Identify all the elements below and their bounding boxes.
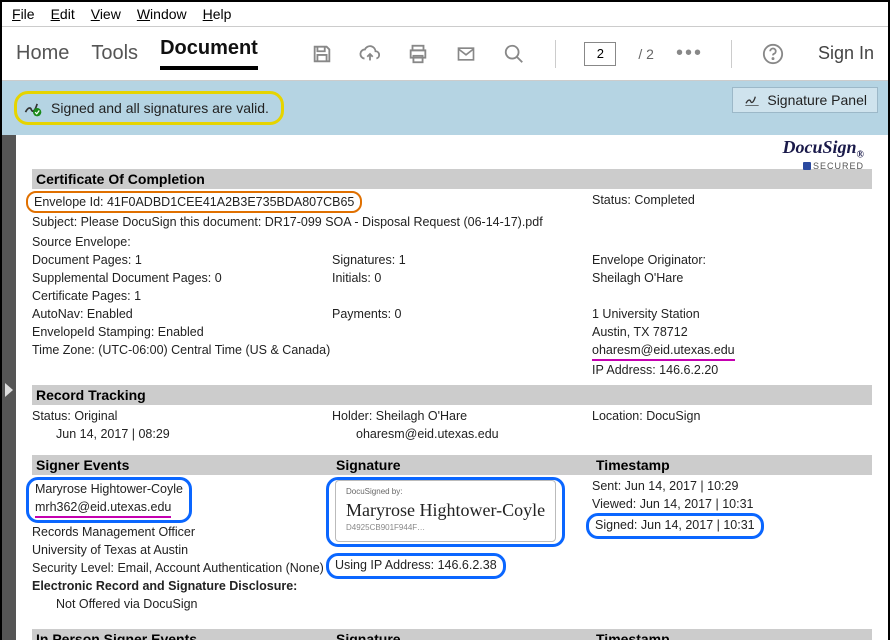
sig-name-script: Maryrose Hightower-Coyle bbox=[346, 501, 545, 519]
status: Status: Completed bbox=[592, 191, 872, 209]
section-signer-events: Signer Events bbox=[32, 455, 332, 475]
document-viewer: DocuSign® SECURED Certificate Of Complet… bbox=[2, 135, 888, 640]
sign-in-button[interactable]: Sign In bbox=[818, 43, 874, 64]
using-ip-highlight: Using IP Address: 146.6.2.38 bbox=[326, 553, 506, 579]
ts-sent: Sent: Jun 14, 2017 | 10:29 bbox=[592, 477, 872, 495]
section-timestamp: Timestamp bbox=[592, 455, 872, 475]
originator-email: oharesm@eid.utexas.edu bbox=[592, 341, 735, 361]
tab-document[interactable]: Document bbox=[160, 37, 258, 70]
track-status-ts: Jun 14, 2017 | 08:29 bbox=[32, 425, 332, 443]
toolbar: Home Tools Document / 2 ••• Sign In bbox=[2, 27, 888, 81]
docusign-brand: DocuSign® bbox=[782, 137, 864, 161]
originator-name: Sheilagh O'Hare bbox=[592, 269, 872, 287]
email-icon[interactable] bbox=[453, 41, 479, 67]
more-icon[interactable]: ••• bbox=[676, 42, 703, 65]
section-record-tracking: Record Tracking bbox=[32, 385, 872, 405]
menu-window[interactable]: Window bbox=[137, 6, 187, 22]
source-envelope: Source Envelope: bbox=[32, 233, 332, 251]
timezone: Time Zone: (UTC-06:00) Central Time (US … bbox=[32, 341, 332, 359]
signature-panel-label: Signature Panel bbox=[767, 92, 867, 108]
signer-name: Maryrose Hightower-Coyle bbox=[35, 480, 183, 498]
signature-panel-button[interactable]: Signature Panel bbox=[732, 87, 878, 113]
docusign-secured: SECURED bbox=[782, 161, 864, 171]
document-page: DocuSign® SECURED Certificate Of Complet… bbox=[16, 135, 888, 640]
signer-email: mrh362@eid.utexas.edu bbox=[35, 498, 171, 518]
addr2: Austin, TX 78712 bbox=[592, 323, 872, 341]
track-status: Status: Original bbox=[32, 407, 332, 425]
ts-signed: Signed: Jun 14, 2017 | 10:31 bbox=[595, 518, 755, 532]
docusign-logo: DocuSign® SECURED bbox=[782, 137, 864, 171]
nav-pane-toggle[interactable] bbox=[2, 135, 16, 640]
lock-icon bbox=[803, 162, 811, 170]
menu-edit[interactable]: Edit bbox=[51, 6, 75, 22]
doc-pages: Document Pages: 1 bbox=[32, 251, 332, 269]
print-icon[interactable] bbox=[405, 41, 431, 67]
menu-help[interactable]: Help bbox=[203, 6, 232, 22]
envelope-id-label: Envelope Id: bbox=[34, 195, 107, 209]
signer-role: Records Management Officer bbox=[32, 523, 332, 541]
envelope-id-highlight: Envelope Id: 41F0ADBD1CEE41A2B3E735BDA80… bbox=[26, 191, 362, 213]
disclosure-label: Electronic Record and Signature Disclosu… bbox=[32, 577, 332, 595]
menu-file[interactable]: File bbox=[12, 6, 35, 22]
section-inperson-sig: Signature bbox=[332, 629, 592, 640]
page-total: / 2 bbox=[638, 46, 654, 62]
signatures: Signatures: 1 bbox=[332, 251, 592, 269]
search-icon[interactable] bbox=[501, 41, 527, 67]
tab-tools[interactable]: Tools bbox=[91, 42, 138, 65]
page-number-input[interactable] bbox=[584, 42, 616, 66]
sig-docusigned-by: DocuSigned by: bbox=[346, 483, 545, 501]
stamping: EnvelopeId Stamping: Enabled bbox=[32, 323, 332, 341]
signature-status-message: Signed and all signatures are valid. bbox=[14, 91, 284, 125]
signature-status-bar: Signed and all signatures are valid. Sig… bbox=[2, 81, 888, 135]
section-inperson-ts: Timestamp bbox=[592, 629, 872, 640]
signer-org: University of Texas at Austin bbox=[32, 541, 332, 559]
save-icon[interactable] bbox=[309, 41, 335, 67]
track-location: Location: DocuSign bbox=[592, 407, 872, 425]
envelope-id: 41F0ADBD1CEE41A2B3E735BDA807CB65 bbox=[107, 195, 354, 209]
signature-status-text: Signed and all signatures are valid. bbox=[51, 100, 269, 116]
sig-code: D4925CB901F944F… bbox=[346, 519, 545, 537]
section-signature: Signature bbox=[332, 455, 592, 475]
signature-valid-icon bbox=[23, 98, 43, 118]
using-ip: Using IP Address: 146.6.2.38 bbox=[335, 558, 497, 572]
subject: Subject: Please DocuSign this document: … bbox=[32, 213, 592, 231]
payments: Payments: 0 bbox=[332, 305, 592, 323]
supp-pages: Supplemental Document Pages: 0 bbox=[32, 269, 332, 287]
disclosure-value: Not Offered via DocuSign bbox=[32, 595, 332, 613]
originator-ip: IP Address: 146.6.2.20 bbox=[592, 361, 872, 379]
originator-label: Envelope Originator: bbox=[592, 251, 872, 269]
signature-image-highlight: DocuSigned by: Maryrose Hightower-Coyle … bbox=[326, 477, 565, 547]
menubar: File Edit View Window Help bbox=[2, 2, 888, 27]
section-certificate: Certificate Of Completion bbox=[32, 169, 872, 189]
chevron-right-icon bbox=[5, 383, 13, 397]
section-inperson-events: In Person Signer Events bbox=[32, 629, 332, 640]
ts-viewed: Viewed: Jun 14, 2017 | 10:31 bbox=[592, 495, 872, 513]
tab-home[interactable]: Home bbox=[16, 42, 69, 65]
toolbar-divider-2 bbox=[731, 40, 732, 68]
initials: Initials: 0 bbox=[332, 269, 592, 287]
signer-seclevel: Security Level: Email, Account Authentic… bbox=[32, 559, 332, 577]
pen-icon bbox=[743, 92, 761, 108]
track-holder-email: oharesm@eid.utexas.edu bbox=[332, 425, 592, 443]
addr1: 1 University Station bbox=[592, 305, 872, 323]
toolbar-divider bbox=[555, 40, 556, 68]
ts-signed-highlight: Signed: Jun 14, 2017 | 10:31 bbox=[586, 513, 764, 539]
autonav: AutoNav: Enabled bbox=[32, 305, 332, 323]
menu-view[interactable]: View bbox=[91, 6, 121, 22]
cert-pages: Certificate Pages: 1 bbox=[32, 287, 332, 305]
cloud-upload-icon[interactable] bbox=[357, 41, 383, 67]
signature-image: DocuSigned by: Maryrose Hightower-Coyle … bbox=[335, 480, 556, 542]
signer-highlight: Maryrose Hightower-Coyle mrh362@eid.utex… bbox=[26, 477, 192, 523]
track-holder: Holder: Sheilagh O'Hare bbox=[332, 407, 592, 425]
help-icon[interactable] bbox=[760, 41, 786, 67]
